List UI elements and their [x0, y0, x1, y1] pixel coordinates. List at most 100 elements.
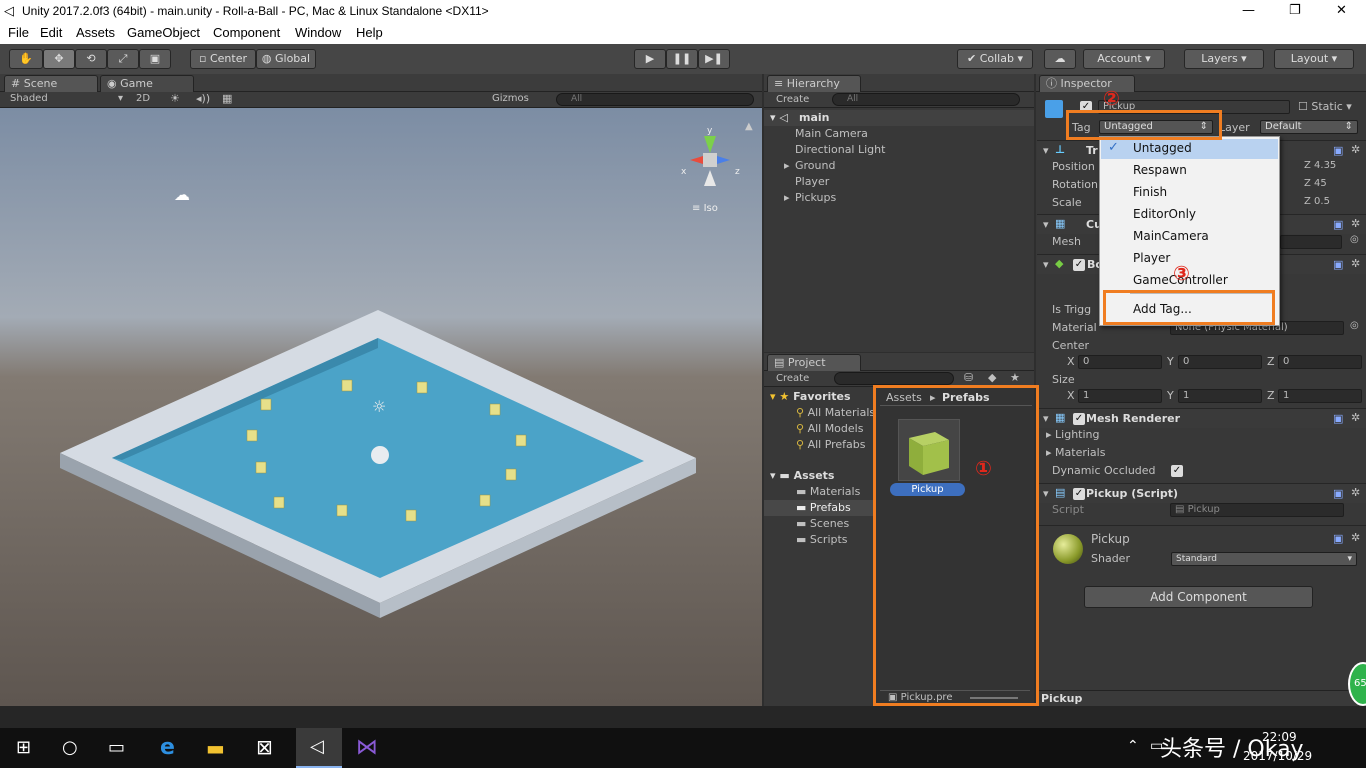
size-x-field[interactable]: 1 — [1078, 389, 1162, 403]
scene-root-row[interactable]: ▾ ◁ main — [764, 110, 1034, 126]
script-enabled-checkbox[interactable]: ✓ — [1073, 488, 1085, 500]
hierarchy-item-main-camera[interactable]: Main Camera — [795, 127, 868, 140]
project-search-input[interactable] — [834, 372, 954, 385]
step-button[interactable]: ▶❚ — [698, 49, 730, 69]
light-icon[interactable]: ☀ — [170, 92, 180, 105]
visual-studio-icon[interactable]: ⋈ — [356, 735, 378, 760]
menu-component[interactable]: Component — [213, 25, 280, 40]
expand-arrow-icon[interactable]: ▸ — [784, 159, 790, 172]
hierarchy-create-button[interactable]: Create — [776, 94, 809, 105]
folder-materials[interactable]: ▬ Materials — [796, 485, 860, 498]
materials-foldout[interactable]: ▸ Materials — [1046, 446, 1105, 459]
folder-scenes[interactable]: ▬ Scenes — [796, 517, 849, 530]
settings-gear-icon[interactable]: ✲ — [1351, 486, 1360, 499]
tab-hierarchy[interactable]: ≡ Hierarchy — [767, 75, 861, 93]
pivot-center-button[interactable]: ▫ Center — [190, 49, 256, 69]
folder-scripts[interactable]: ▬ Scripts — [796, 533, 848, 546]
effects-icon[interactable]: ▦ — [222, 92, 232, 105]
expand-arrow-icon[interactable]: ▸ — [784, 191, 790, 204]
file-explorer-icon[interactable]: ▬ — [206, 736, 225, 760]
tag-option-untagged[interactable]: Untagged — [1133, 141, 1192, 155]
help-icon[interactable]: ▣ — [1333, 412, 1343, 425]
shader-dropdown[interactable]: Standard ▾ — [1171, 552, 1357, 566]
collab-dropdown[interactable]: ✔ Collab ▾ — [957, 49, 1033, 69]
hierarchy-item-directional-light[interactable]: Directional Light — [795, 143, 885, 156]
gizmos-dropdown[interactable]: Gizmos — [492, 93, 529, 104]
size-z-field[interactable]: 1 — [1278, 389, 1362, 403]
mesh-renderer-enabled-checkbox[interactable]: ✓ — [1073, 413, 1085, 425]
help-icon[interactable]: ▣ — [1333, 532, 1343, 545]
menu-gameobject[interactable]: GameObject — [127, 25, 200, 40]
favorite-all-prefabs[interactable]: ⚲ All Prefabs — [796, 438, 866, 451]
scale-tool-button[interactable]: ⤢ — [107, 49, 139, 69]
unity-taskbar-button[interactable]: ◁ — [296, 728, 342, 768]
shading-mode-dropdown[interactable]: Shaded — [10, 93, 48, 104]
scene-view[interactable]: ☼ ☁ y x z ▲ ≡ Iso — [0, 108, 762, 706]
hierarchy-item-ground[interactable]: Ground — [795, 159, 835, 172]
chevron-up-icon[interactable]: ⌃ — [1127, 738, 1139, 754]
settings-gear-icon[interactable]: ✲ — [1351, 217, 1360, 230]
play-button[interactable]: ▶ — [634, 49, 666, 69]
settings-gear-icon[interactable]: ✲ — [1351, 531, 1360, 544]
maximize-icon[interactable]: ❐ — [1289, 3, 1301, 18]
menu-edit[interactable]: Edit — [40, 25, 62, 40]
tag-option-finish[interactable]: Finish — [1133, 185, 1167, 199]
object-picker-icon[interactable]: ◎ — [1350, 234, 1359, 245]
scale-z-field[interactable]: Z 0.5 — [1300, 196, 1362, 210]
favorite-all-models[interactable]: ⚲ All Models — [796, 422, 863, 435]
add-component-button[interactable]: Add Component — [1084, 586, 1313, 608]
pickup-script-header[interactable]: ▾ ▤ ✓ Pickup (Script) ▣ ✲ — [1037, 483, 1366, 503]
settings-gear-icon[interactable]: ✲ — [1351, 143, 1360, 156]
tag-option-player[interactable]: Player — [1133, 251, 1170, 265]
layers-dropdown[interactable]: Layers ▾ — [1184, 49, 1264, 69]
menu-help[interactable]: Help — [356, 25, 383, 40]
favorite-star-icon[interactable]: ★ — [1010, 371, 1020, 384]
tab-game[interactable]: ◉ Game — [100, 75, 194, 93]
rotation-z-field[interactable]: Z 45 — [1300, 178, 1362, 192]
static-toggle[interactable]: ☐ Static ▾ — [1298, 100, 1352, 113]
hand-tool-button[interactable]: ✋ — [9, 49, 43, 69]
scene-search-input[interactable]: All — [556, 93, 754, 106]
folder-prefabs[interactable]: ▬ Prefabs — [796, 501, 851, 514]
pivot-global-button[interactable]: ◍ Global — [256, 49, 316, 69]
rotate-tool-button[interactable]: ⟲ — [75, 49, 107, 69]
folder-prefabs-row[interactable]: ▬ Prefabs — [764, 500, 874, 516]
mesh-renderer-header[interactable]: ▾ ▦ ✓ Mesh Renderer ▣ ✲ — [1037, 408, 1366, 428]
box-collider-enabled-checkbox[interactable]: ✓ — [1073, 259, 1085, 271]
2d-toggle[interactable]: 2D — [136, 93, 150, 104]
store-icon[interactable]: ⊠ — [256, 735, 273, 759]
settings-gear-icon[interactable]: ✲ — [1351, 257, 1360, 270]
menu-assets[interactable]: Assets — [76, 25, 115, 40]
audio-icon[interactable]: ◂)) — [196, 92, 210, 105]
help-icon[interactable]: ▣ — [1333, 144, 1343, 157]
layout-dropdown[interactable]: Layout ▾ — [1274, 49, 1354, 69]
minimize-icon[interactable]: — — [1242, 3, 1255, 18]
tag-option-maincamera[interactable]: MainCamera — [1133, 229, 1209, 243]
filter-type-icon[interactable]: ⛁ — [964, 371, 973, 384]
project-create-button[interactable]: Create — [776, 373, 809, 384]
hierarchy-search-input[interactable]: All — [832, 93, 1020, 106]
hierarchy-item-pickups[interactable]: Pickups — [795, 191, 836, 204]
close-icon[interactable]: ✕ — [1336, 3, 1347, 18]
help-icon[interactable]: ▣ — [1333, 258, 1343, 271]
clock-date[interactable]: 2017/10/29 — [1243, 749, 1312, 763]
menu-file[interactable]: File — [8, 25, 29, 40]
help-icon[interactable]: ▣ — [1333, 487, 1343, 500]
hierarchy-item-player[interactable]: Player — [795, 175, 829, 188]
center-y-field[interactable]: 0 — [1178, 355, 1262, 369]
object-picker-icon[interactable]: ◎ — [1350, 320, 1359, 331]
cloud-button[interactable]: ☁ — [1044, 49, 1076, 69]
settings-gear-icon[interactable]: ✲ — [1351, 411, 1360, 424]
rect-tool-button[interactable]: ▣ — [139, 49, 171, 69]
center-x-field[interactable]: 0 — [1078, 355, 1162, 369]
lighting-foldout[interactable]: ▸ Lighting — [1046, 428, 1100, 441]
tag-option-respawn[interactable]: Respawn — [1133, 163, 1187, 177]
assets-folder-header[interactable]: ▾ ▬ Assets — [770, 469, 834, 482]
size-y-field[interactable]: 1 — [1178, 389, 1262, 403]
center-z-field[interactable]: 0 — [1278, 355, 1362, 369]
tag-option-editoronly[interactable]: EditorOnly — [1133, 207, 1196, 221]
task-view-icon[interactable]: ▭ — [108, 737, 125, 758]
dynamic-occluded-checkbox[interactable]: ✓ — [1171, 465, 1183, 477]
windows-start-icon[interactable]: ⊞ — [16, 737, 31, 758]
help-icon[interactable]: ▣ — [1333, 218, 1343, 231]
